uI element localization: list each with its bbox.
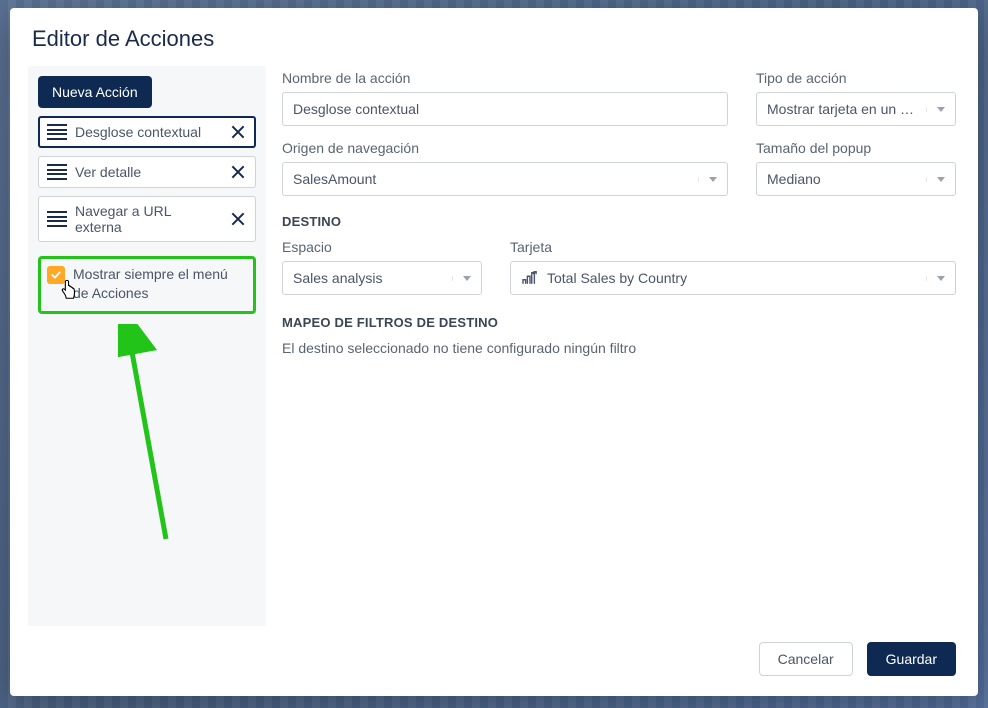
field-popup-size: Tamaño del popup Mediano (756, 140, 956, 196)
new-action-button[interactable]: Nueva Acción (38, 76, 152, 108)
select-popup-size[interactable]: Mediano (756, 162, 956, 196)
select-value: SalesAmount (293, 171, 690, 187)
section-head-destino: DESTINO (282, 214, 956, 229)
action-item-desglose[interactable]: Desglose contextual (38, 116, 256, 148)
chevron-down-icon (937, 276, 945, 281)
action-item-label: Navegar a URL externa (75, 203, 221, 235)
input-action-name[interactable] (282, 92, 728, 126)
chart-icon (521, 271, 539, 285)
chevron-down-icon (937, 107, 945, 112)
field-nav-origin: Origen de navegación SalesAmount (282, 140, 728, 196)
select-value: Sales analysis (293, 270, 444, 286)
chevron-down-icon (463, 276, 471, 281)
always-show-menu-row[interactable]: Mostrar siempre el menú de Acciones (38, 256, 256, 314)
label-nav-origin: Origen de navegación (282, 140, 728, 156)
select-card[interactable]: Total Sales by Country (510, 261, 956, 295)
checkbox-checked-icon[interactable] (47, 266, 65, 284)
chevron-down-icon (709, 177, 717, 182)
action-item-navegar-url[interactable]: Navegar a URL externa (38, 196, 256, 242)
select-value: Total Sales by Country (547, 270, 687, 286)
filter-note: El destino seleccionado no tiene configu… (282, 340, 956, 356)
label-action-type: Tipo de acción (756, 70, 956, 86)
select-value: Mostrar tarjeta en un … (767, 101, 918, 117)
list-icon (47, 124, 67, 140)
select-nav-origin[interactable]: SalesAmount (282, 162, 728, 196)
action-item-label: Ver detalle (75, 164, 221, 180)
remove-action-icon[interactable] (229, 163, 247, 181)
label-card: Tarjeta (510, 239, 956, 255)
field-space: Espacio Sales analysis (282, 239, 482, 295)
chevron-down-icon (937, 177, 945, 182)
label-action-name: Nombre de la acción (282, 70, 728, 86)
select-action-type[interactable]: Mostrar tarjeta en un … (756, 92, 956, 126)
actions-sidebar: Nueva Acción Desglose contextual Ver det… (28, 66, 266, 626)
select-value: Mediano (767, 171, 918, 187)
action-item-ver-detalle[interactable]: Ver detalle (38, 156, 256, 188)
select-space[interactable]: Sales analysis (282, 261, 482, 295)
label-space: Espacio (282, 239, 482, 255)
field-action-type: Tipo de acción Mostrar tarjeta en un … (756, 70, 956, 126)
modal-header: Editor de Acciones (10, 8, 978, 66)
action-form: Nombre de la acción Tipo de acción Mostr… (282, 66, 960, 626)
modal-title: Editor de Acciones (32, 26, 956, 52)
remove-action-icon[interactable] (229, 123, 247, 141)
section-head-filter-map: MAPEO DE FILTROS DE DESTINO (282, 315, 956, 330)
label-popup-size: Tamaño del popup (756, 140, 956, 156)
modal-body: Nueva Acción Desglose contextual Ver det… (10, 66, 978, 626)
save-button[interactable]: Guardar (867, 642, 956, 676)
remove-action-icon[interactable] (229, 210, 247, 228)
field-card: Tarjeta Total Sales by Country (510, 239, 956, 295)
action-item-label: Desglose contextual (75, 124, 221, 140)
checkbox-label: Mostrar siempre el menú de Acciones (73, 265, 245, 303)
modal-footer: Cancelar Guardar (10, 626, 978, 696)
cancel-button[interactable]: Cancelar (759, 642, 853, 676)
actions-editor-modal: Editor de Acciones Nueva Acción Desglose… (10, 8, 978, 696)
list-icon (47, 211, 67, 227)
list-icon (47, 164, 67, 180)
field-action-name: Nombre de la acción (282, 70, 728, 126)
